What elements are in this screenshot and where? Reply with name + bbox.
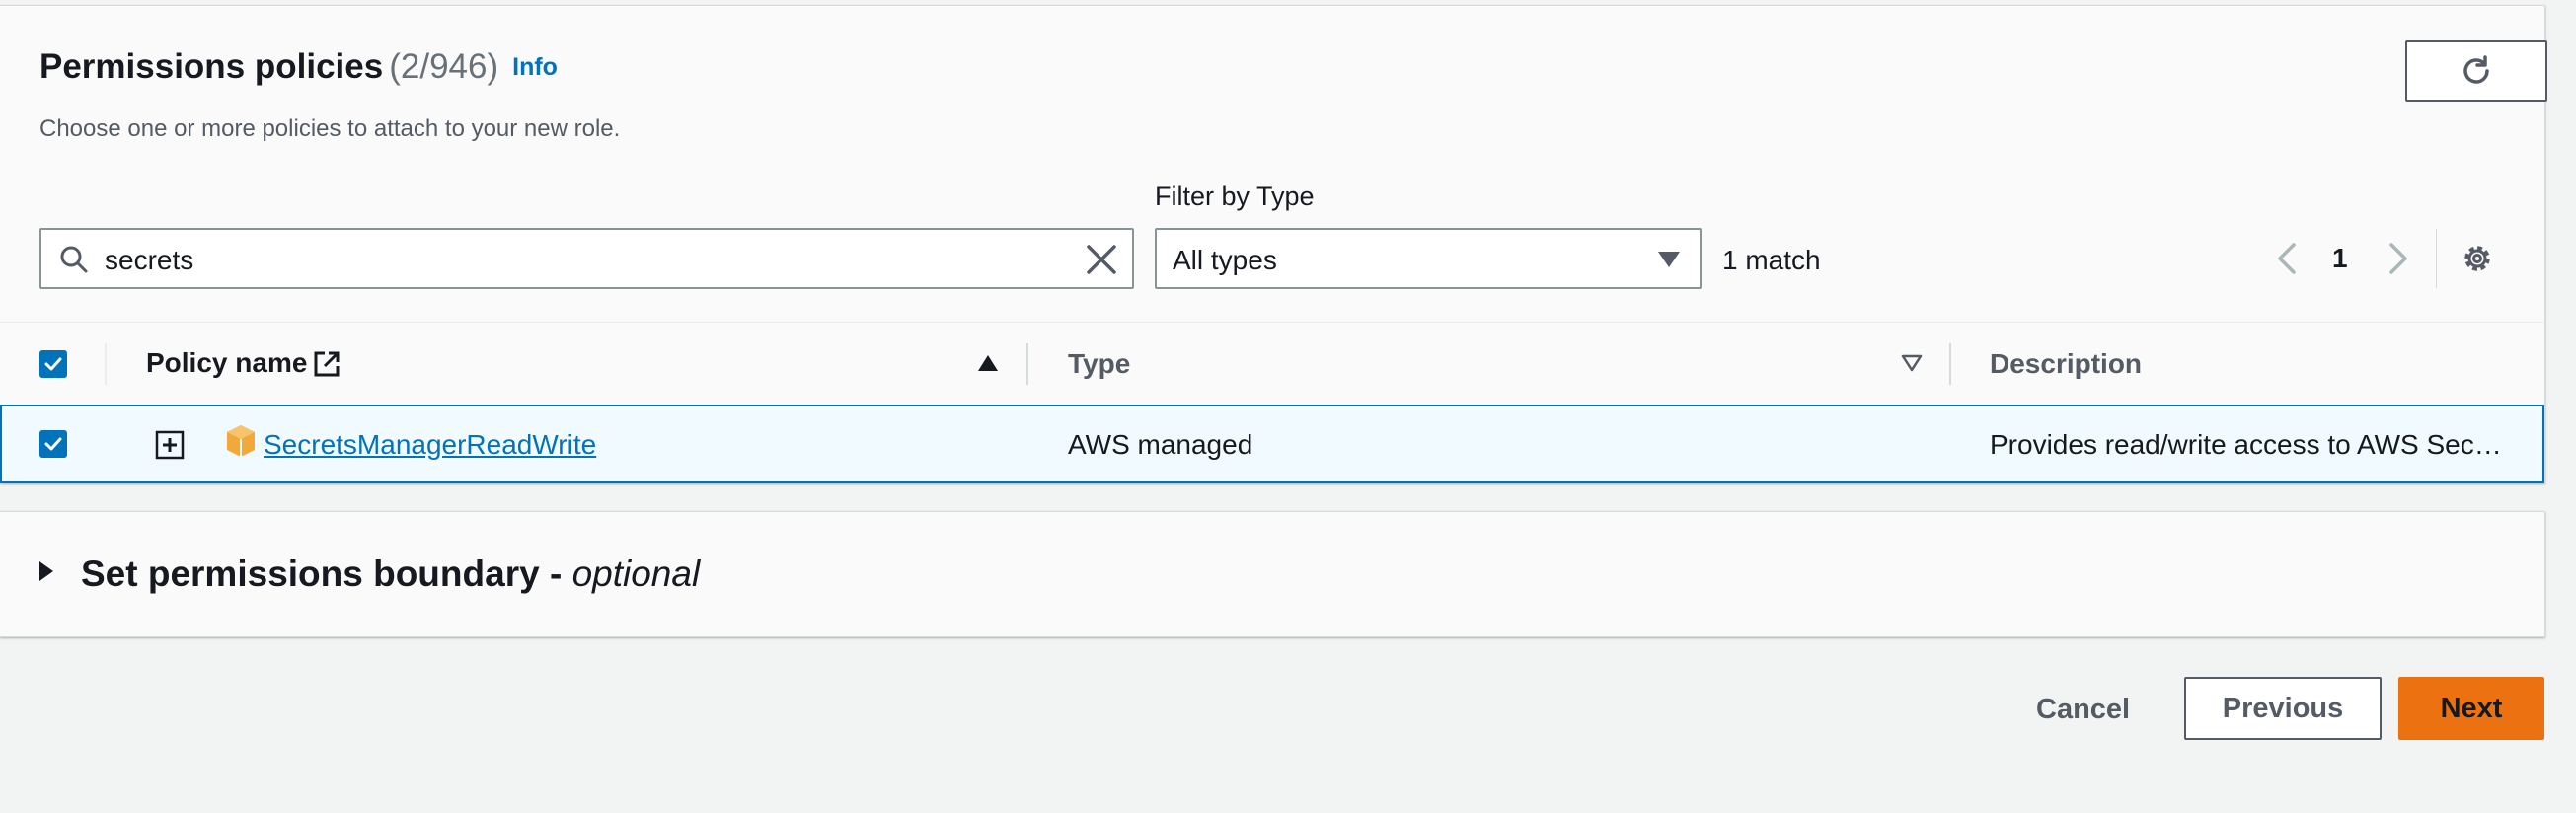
chevron-right-icon[interactable]: [2384, 239, 2413, 278]
refresh-icon: [2463, 55, 2489, 84]
expand-icon[interactable]: [155, 430, 185, 460]
filter-type-value: All types: [1173, 245, 1277, 275]
table-row[interactable]: SecretsManagerReadWrite AWS managed Prov…: [0, 405, 2544, 483]
permissions-boundary-section[interactable]: Set permissions boundary - optional: [0, 511, 2545, 637]
column-header-policy-name[interactable]: Policy name: [146, 347, 307, 379]
selection-count: (2/946): [389, 47, 499, 86]
gear-icon[interactable]: [2460, 241, 2495, 276]
current-page[interactable]: 1: [2332, 243, 2348, 274]
panel-title: Permissions policies (2/946) Info: [39, 47, 558, 87]
panel-description: Choose one or more policies to attach to…: [39, 115, 621, 142]
panel-title-text: Permissions policies: [39, 47, 384, 86]
permissions-boundary-title-text: Set permissions boundary -: [81, 554, 563, 594]
aws-managed-policy-icon: [227, 425, 255, 457]
policy-name-link[interactable]: SecretsManagerReadWrite: [264, 429, 596, 461]
external-link-icon: [314, 351, 340, 377]
filter-by-type-label: Filter by Type: [1155, 182, 1315, 211]
column-divider[interactable]: [1026, 343, 1028, 385]
select-all-checkbox[interactable]: [39, 350, 67, 378]
caret-right-icon[interactable]: [39, 561, 53, 581]
policy-type: AWS managed: [1068, 429, 1253, 460]
check-icon: [44, 357, 62, 371]
column-header-description[interactable]: Description: [1990, 348, 2142, 380]
search-input[interactable]: secrets: [39, 228, 1134, 289]
column-header-type[interactable]: Type: [1068, 348, 1130, 380]
pager-divider: [2436, 229, 2437, 288]
sort-ascending-icon[interactable]: [977, 353, 999, 373]
refresh-button[interactable]: [2405, 40, 2547, 102]
info-link[interactable]: Info: [512, 53, 558, 81]
table-header: Policy name Type Description: [0, 322, 2544, 406]
column-divider: [105, 343, 107, 385]
check-icon: [44, 437, 62, 451]
policy-description: Provides read/write access to AWS Sec…: [1990, 429, 2502, 460]
sort-descending-icon[interactable]: [1901, 353, 1923, 373]
next-button[interactable]: Next: [2398, 677, 2544, 740]
row-checkbox[interactable]: [39, 430, 67, 458]
search-icon: [60, 246, 88, 273]
caret-down-icon: [1658, 252, 1680, 267]
column-divider[interactable]: [1949, 343, 1951, 385]
optional-label: optional: [571, 554, 701, 594]
cancel-button[interactable]: Cancel: [2036, 694, 2130, 726]
permissions-policies-panel: Permissions policies (2/946) Info Choose o…: [0, 5, 2547, 483]
permissions-boundary-title[interactable]: Set permissions boundary - optional: [81, 554, 700, 595]
search-value: secrets: [105, 245, 194, 275]
chevron-left-icon[interactable]: [2272, 239, 2302, 278]
match-count: 1 match: [1722, 245, 1821, 275]
clear-search-icon[interactable]: [1085, 243, 1118, 276]
previous-button[interactable]: Previous: [2184, 677, 2382, 740]
filter-type-select[interactable]: All types: [1155, 228, 1702, 289]
